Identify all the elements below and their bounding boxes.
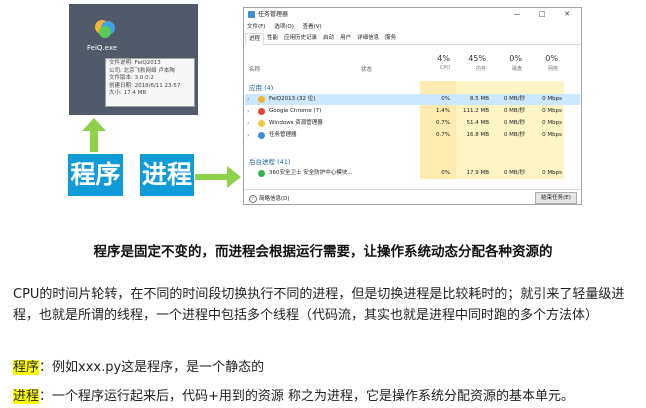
process-disk: 0 MB/秒: [503, 108, 525, 114]
fewer-details-link[interactable]: ⌃ 简略信息(D): [249, 194, 290, 203]
process-disk: 0 MB/秒: [503, 120, 525, 126]
process-row[interactable]: 360安全卫士 安全防护中心模块... 0% 17.9 MB 0 MB/秒 0 Mbps: [245, 168, 580, 179]
cpu-paragraph: CPU的时间片轮转，在不同的时间段切换执行不同的进程，但是切换进程是比较耗时的；…: [13, 287, 625, 323]
network-header[interactable]: 网络: [528, 65, 558, 72]
menu-file[interactable]: 文件(F): [247, 24, 265, 30]
tab-details[interactable]: 详细信息: [354, 33, 382, 43]
expand-chevron-icon[interactable]: ›: [247, 94, 249, 105]
process-network: 0 Mbps: [542, 108, 562, 114]
program-definition: 程序：例如xxx.py这是程序，是一个静态的: [13, 356, 264, 375]
close-button[interactable]: ✕: [555, 8, 579, 21]
process-desc: ：一个程序运行起来后，代码+用到的资源 称之为进程，它是操作系统分配资源的基本单…: [39, 389, 575, 404]
tab-services[interactable]: 服务: [382, 33, 399, 43]
taskmgr-icon: [248, 11, 255, 18]
column-header-name[interactable]: 名称: [249, 65, 260, 73]
process-cpu: 1.4%: [436, 108, 450, 114]
heading: 程序是固定不变的，而进程会根据运行需要，让操作系统动态分配各种资源的: [93, 244, 553, 260]
process-memory: 17.9 MB: [466, 170, 489, 176]
expand-chevron-icon[interactable]: ›: [247, 118, 249, 129]
process-icon: [258, 108, 265, 115]
process-network: 0 Mbps: [542, 120, 562, 126]
arrow-up-icon: [82, 118, 106, 152]
process-memory: 16.8 MB: [466, 132, 489, 138]
cpu-percent[interactable]: 4%: [420, 54, 450, 63]
tooltip-line: 文件版本: 3.0.0.2: [109, 75, 154, 82]
process-memory: 51.4 MB: [466, 120, 489, 126]
process-disk: 0 MB/秒: [503, 96, 525, 102]
network-percent[interactable]: 0%: [528, 54, 558, 63]
tab-bar: 进程 性能 应用历史记录 启动 用户 详细信息 服务: [245, 33, 581, 45]
menu-options[interactable]: 选项(O): [274, 24, 294, 30]
file-info-tooltip: 文件说明: FeiQ2013 公司: 北京飞秋网络 卢本陶 文件版本: 3.0.…: [105, 58, 195, 107]
group-apps: 应用 (4): [249, 84, 274, 92]
tab-app-history[interactable]: 应用历史记录: [281, 33, 320, 43]
process-cpu: 0.7%: [436, 120, 450, 126]
feiq-app-icon: [95, 20, 115, 38]
process-network: 0 Mbps: [542, 132, 562, 138]
exe-filename: FeiQ.exe: [87, 44, 118, 52]
process-cpu: 0%: [441, 170, 450, 176]
process-icon: [258, 120, 265, 127]
process-name: 任务管理器: [269, 132, 297, 138]
disk-percent[interactable]: 0%: [492, 54, 522, 63]
process-label: 进程: [140, 154, 194, 196]
maximize-button[interactable]: □: [530, 8, 554, 21]
disk-header[interactable]: 磁盘: [492, 65, 522, 72]
process-disk: 0 MB/秒: [503, 132, 525, 138]
process-row[interactable]: › Windows 资源管理器 0.7% 51.4 MB 0 MB/秒 0 Mbps: [245, 118, 580, 129]
cpu-header[interactable]: CPU: [420, 65, 450, 71]
process-network: 0 Mbps: [542, 96, 562, 102]
process-name: Google Chrome (7): [269, 108, 322, 114]
process-definition: 进程：一个程序运行起来后，代码+用到的资源 称之为进程，它是操作系统分配资源的基…: [13, 385, 574, 404]
process-cpu: 0%: [441, 96, 450, 102]
process-row[interactable]: › FeiQ2013 (32 位) 0% 8.5 MB 0 MB/秒 0 Mbps: [245, 94, 580, 105]
tab-performance[interactable]: 性能: [264, 33, 281, 43]
tab-users[interactable]: 用户: [337, 33, 354, 43]
chevron-up-icon: ⌃: [249, 194, 257, 203]
memory-header[interactable]: 内存: [456, 65, 486, 72]
tab-processes[interactable]: 进程: [245, 33, 265, 45]
process-row[interactable]: › 任务管理器 0.7% 16.8 MB 0 MB/秒 0 Mbps: [245, 130, 580, 141]
footer: ⌃ 简略信息(D) 结束任务(E): [244, 189, 581, 206]
tooltip-line: 大小: 17.4 MB: [109, 90, 147, 97]
process-icon: [258, 170, 265, 177]
process-name: Windows 资源管理器: [269, 120, 323, 126]
program-desc: ：例如xxx.py这是程序，是一个静态的: [39, 360, 265, 375]
title-bar: 任务管理器 — □ ✕: [244, 8, 581, 21]
process-term: 进程: [13, 389, 40, 404]
exe-panel: FeiQ.exe 文件说明: FeiQ2013 公司: 北京飞秋网络 卢本陶 文…: [69, 4, 198, 115]
process-name: 360安全卫士 安全防护中心模块...: [269, 170, 353, 176]
process-cpu: 0.7%: [436, 132, 450, 138]
expand-chevron-icon[interactable]: ›: [247, 130, 249, 141]
column-header-status[interactable]: 状态: [361, 65, 372, 73]
end-task-button[interactable]: 结束任务(E): [535, 192, 577, 204]
window-title: 任务管理器: [258, 11, 289, 18]
memory-percent[interactable]: 45%: [456, 54, 486, 63]
tooltip-line: 文件说明: FeiQ2013: [109, 60, 161, 66]
process-icon: [258, 96, 265, 103]
arrow-right-icon: [195, 166, 241, 188]
program-label: 程序: [68, 154, 123, 196]
process-icon: [258, 132, 265, 139]
process-disk: 0 MB/秒: [503, 170, 525, 176]
task-manager-window: 任务管理器 — □ ✕ 文件(F) 选项(O) 查看(V) 进程 性能 应用历史…: [243, 7, 582, 205]
menu-bar: 文件(F) 选项(O) 查看(V): [247, 22, 329, 30]
process-memory: 8.5 MB: [469, 96, 489, 102]
process-memory: 111.2 MB: [462, 108, 489, 114]
minimize-button[interactable]: —: [505, 8, 529, 21]
group-background: 后台进程 (41): [249, 158, 291, 166]
process-row[interactable]: › Google Chrome (7) 1.4% 111.2 MB 0 MB/秒 0 Mb…: [245, 106, 580, 117]
process-network: 0 Mbps: [542, 170, 562, 176]
expand-chevron-icon[interactable]: ›: [247, 106, 249, 117]
menu-view[interactable]: 查看(V): [303, 24, 322, 30]
fewer-details-label: 简略信息(D): [259, 196, 290, 202]
program-term: 程序: [13, 360, 40, 375]
tab-startup[interactable]: 启动: [320, 33, 337, 43]
process-name: FeiQ2013 (32 位): [269, 96, 316, 102]
